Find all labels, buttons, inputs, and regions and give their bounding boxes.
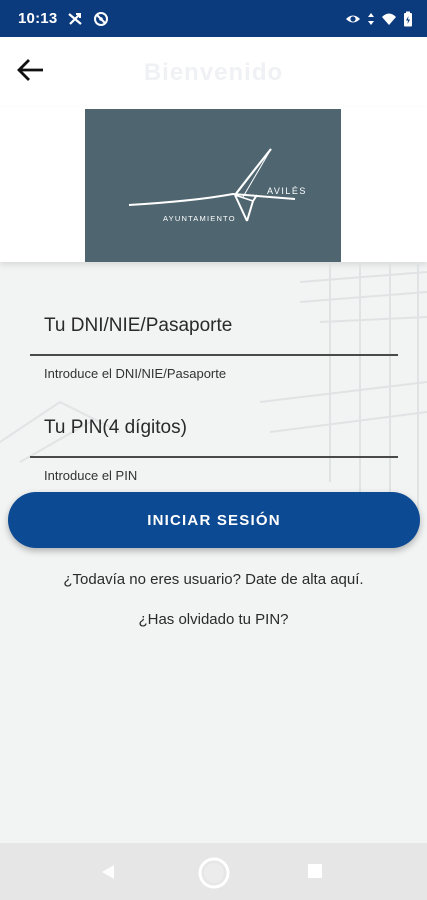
id-input-underline xyxy=(30,354,398,356)
pin-field-container xyxy=(30,410,398,458)
id-input[interactable] xyxy=(30,308,398,344)
login-button[interactable]: INICIAR SESIÓN xyxy=(8,492,420,548)
logo-text-ayuntamiento: AYUNTAMIENTO xyxy=(163,214,236,223)
blocked-icon xyxy=(93,11,109,27)
status-right xyxy=(345,11,413,27)
forgot-pin-link[interactable]: ¿Has olvidado tu PIN? xyxy=(0,611,427,628)
data-arrows-icon xyxy=(367,11,375,27)
pin-input[interactable] xyxy=(30,410,398,446)
app-bar: Bienvenido xyxy=(0,37,427,107)
nav-back-button[interactable] xyxy=(100,863,116,886)
wifi-icon xyxy=(381,11,397,27)
recents-square-icon xyxy=(307,864,323,883)
pin-input-underline xyxy=(30,456,398,458)
nav-home-button[interactable] xyxy=(197,856,231,895)
city-logo: AVILÉS AYUNTAMIENTO xyxy=(85,109,341,262)
id-helper-text: Introduce el DNI/NIE/Pasaporte xyxy=(44,366,227,381)
id-field-container xyxy=(30,308,398,356)
home-circle-icon xyxy=(197,857,231,894)
logo-text-aviles: AVILÉS xyxy=(267,186,307,196)
page-title: Bienvenido xyxy=(143,59,284,86)
status-time: 10:13 xyxy=(18,10,58,27)
nav-recents-button[interactable] xyxy=(307,863,323,884)
status-left: 10:13 xyxy=(18,10,109,27)
status-bar: 10:13 xyxy=(0,0,427,37)
bridge-logo-graphic: AVILÉS AYUNTAMIENTO xyxy=(128,148,307,223)
logo-band: AVILÉS AYUNTAMIENTO xyxy=(0,107,427,262)
back-triangle-icon xyxy=(100,865,116,885)
register-link[interactable]: ¿Todavía no eres usuario? Date de alta a… xyxy=(0,571,427,588)
battery-icon xyxy=(403,11,413,27)
pin-helper-text: Introduce el PIN xyxy=(44,468,138,483)
signal-off-icon xyxy=(67,11,83,27)
system-nav-bar xyxy=(0,843,427,900)
eye-icon xyxy=(345,11,361,27)
